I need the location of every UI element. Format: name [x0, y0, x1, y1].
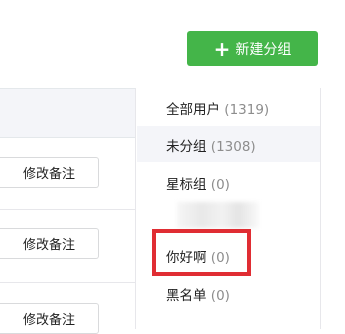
- group-item-ungrouped[interactable]: 未分组 (1308): [166, 135, 256, 155]
- group-item-blacklist[interactable]: 黑名单 (0): [166, 284, 230, 304]
- edit-remark-button[interactable]: 修改备注: [0, 303, 99, 334]
- table-header: [0, 88, 135, 138]
- blurred-group-item: [177, 202, 259, 228]
- group-item-all-users[interactable]: 全部用户 (1319): [166, 98, 269, 118]
- group-label: 全部用户: [166, 102, 220, 118]
- group-label: 未分组: [166, 139, 207, 155]
- group-sidebar: 全部用户 (1319) 未分组 (1308) 星标组 (0) 你好啊 (0) 黑…: [135, 88, 321, 329]
- group-count: (0): [210, 177, 230, 193]
- group-count: (0): [210, 288, 230, 304]
- edit-remark-button[interactable]: 修改备注: [0, 157, 99, 188]
- group-item-starred[interactable]: 星标组 (0): [166, 173, 230, 193]
- table-row: 修改备注: [0, 137, 135, 210]
- group-label: 星标组: [166, 177, 207, 193]
- table-row: 修改备注: [0, 283, 135, 334]
- group-count: (1319): [224, 102, 270, 118]
- new-group-button[interactable]: + 新建分组: [187, 31, 318, 66]
- group-count: (1308): [210, 139, 256, 155]
- edit-remark-button[interactable]: 修改备注: [0, 228, 99, 259]
- red-highlight-box: [152, 229, 251, 276]
- toolbar: + 新建分组: [0, 0, 345, 88]
- group-label: 黑名单: [166, 288, 207, 304]
- new-group-button-label: 新建分组: [235, 41, 292, 58]
- user-table: 修改备注 修改备注 修改备注: [0, 88, 135, 334]
- plus-icon: +: [213, 36, 231, 61]
- table-row: 修改备注: [0, 210, 135, 283]
